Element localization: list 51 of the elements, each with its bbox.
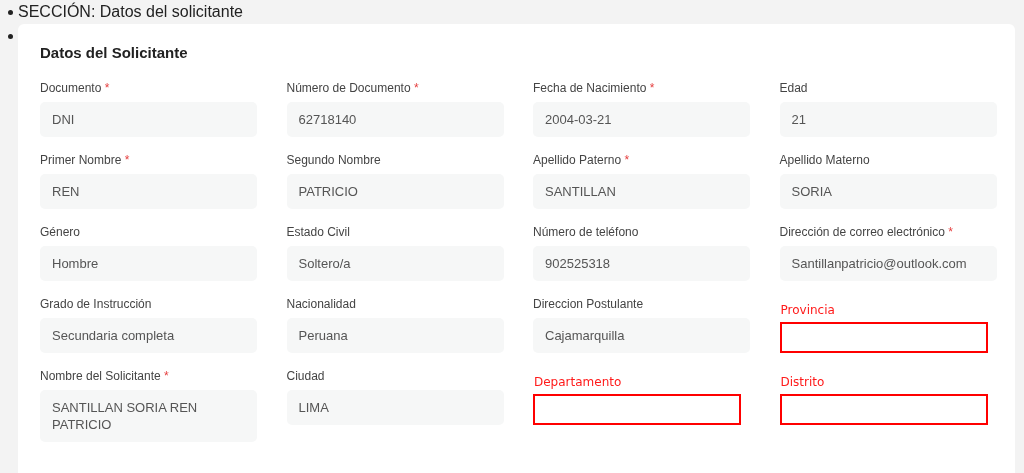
- field-label: Nombre del Solicitante *: [40, 369, 169, 384]
- field-label: Dirección de correo electrónico *: [779, 225, 953, 240]
- input-field[interactable]: Secundaria completa: [40, 318, 257, 353]
- input-field[interactable]: SORIA: [779, 174, 997, 209]
- input-field[interactable]: Cajamarquilla: [533, 318, 750, 353]
- field-label: Nacionalidad: [286, 297, 356, 312]
- field-label: Distrito: [779, 375, 825, 389]
- input-field[interactable]: LIMA: [286, 390, 504, 425]
- input-field[interactable]: Hombre: [40, 246, 257, 281]
- bullet-icon: [8, 9, 13, 15]
- field-label: Estado Civil: [286, 225, 350, 240]
- field-label: Número de teléfono: [533, 225, 639, 240]
- required-asterisk: *: [948, 225, 953, 239]
- field-label: Grado de Instrucción: [40, 297, 152, 312]
- input-field[interactable]: [779, 394, 988, 425]
- input-field[interactable]: 21: [779, 102, 997, 137]
- card-title: Datos del Solicitante: [40, 44, 189, 61]
- required-asterisk: *: [624, 153, 630, 167]
- field-label: Género: [40, 225, 81, 240]
- required-asterisk: *: [649, 81, 655, 95]
- bullet-icon: [8, 34, 13, 39]
- input-field[interactable]: 902525318: [533, 246, 750, 281]
- input-field[interactable]: 2004-03-21: [533, 102, 750, 137]
- field-label: Provincia: [779, 303, 835, 317]
- section-heading: SECCIÓN: Datos del solicitante: [18, 3, 243, 21]
- required-asterisk: *: [124, 153, 130, 167]
- required-asterisk: *: [164, 369, 169, 383]
- input-field[interactable]: [533, 394, 741, 425]
- input-field[interactable]: Soltero/a: [286, 246, 504, 281]
- field-label: Edad: [779, 81, 808, 96]
- input-field[interactable]: PATRICIO: [286, 174, 504, 209]
- field-label: Documento *: [40, 81, 110, 96]
- input-field[interactable]: REN: [40, 174, 257, 209]
- field-label: Segundo Nombre: [286, 153, 381, 168]
- field-label: Ciudad: [286, 369, 325, 384]
- input-field[interactable]: DNI: [40, 102, 257, 137]
- input-field[interactable]: SANTILLAN: [533, 174, 750, 209]
- field-label: Fecha de Nacimiento *: [533, 81, 655, 96]
- field-label: Apellido Materno: [779, 153, 870, 168]
- input-field[interactable]: [779, 322, 988, 353]
- input-field[interactable]: 62718140: [286, 102, 504, 137]
- required-asterisk: *: [413, 81, 419, 95]
- input-field[interactable]: SANTILLAN SORIA REN PATRICIO: [40, 390, 257, 442]
- field-label: Direccion Postulante: [533, 297, 644, 312]
- field-label: Primer Nombre *: [40, 153, 130, 168]
- input-field[interactable]: Peruana: [286, 318, 504, 353]
- field-label: Departamento: [533, 375, 622, 389]
- field-label: Apellido Paterno *: [533, 153, 630, 168]
- required-asterisk: *: [104, 81, 110, 95]
- field-label: Número de Documento *: [286, 81, 419, 96]
- input-field[interactable]: Santillanpatricio@outlook.com: [779, 246, 997, 281]
